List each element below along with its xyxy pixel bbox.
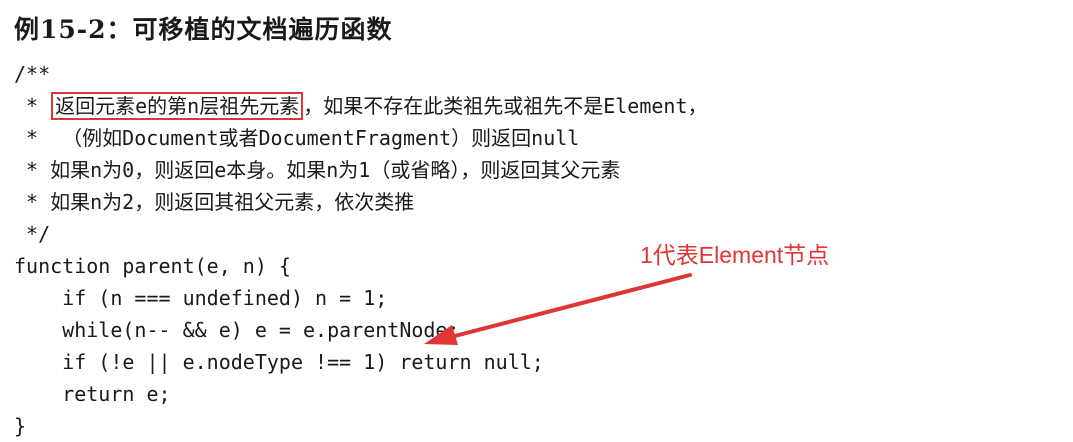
annotation-arrow-icon [424, 273, 692, 345]
